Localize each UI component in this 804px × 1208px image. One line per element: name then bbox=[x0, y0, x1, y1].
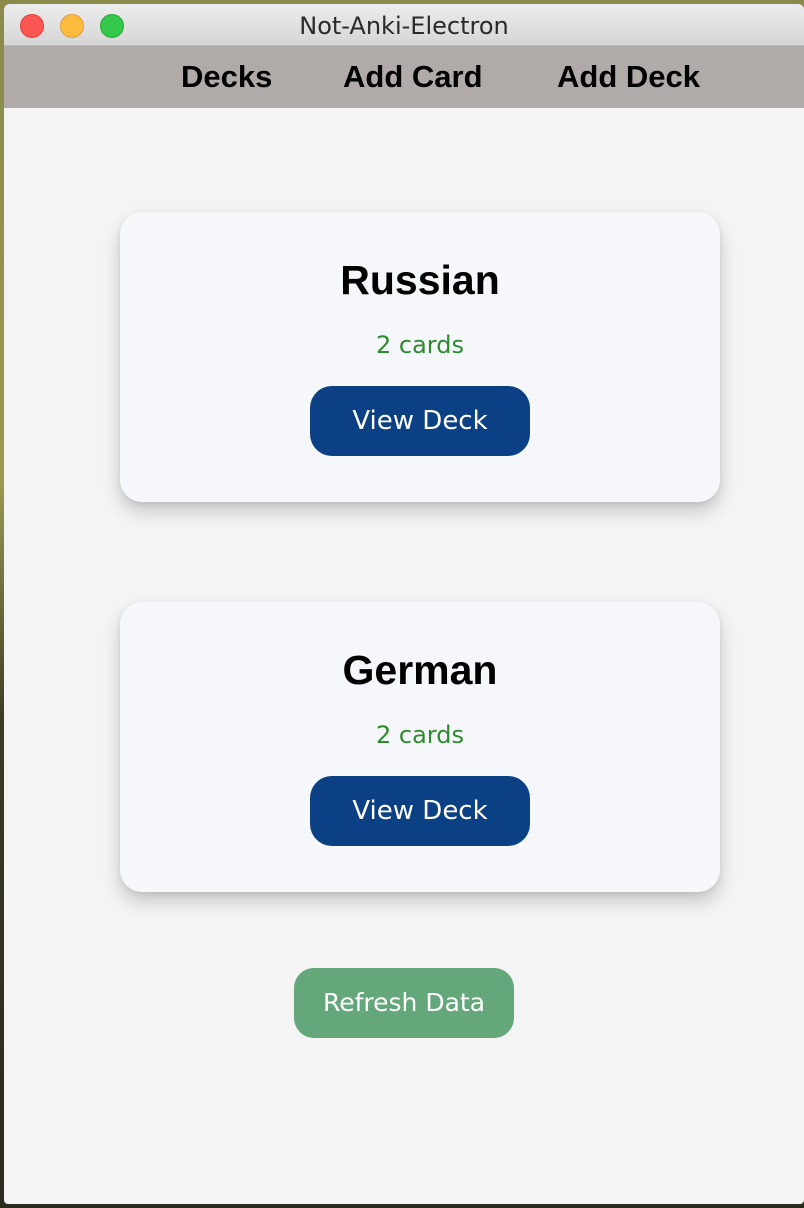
app-window: Not-Anki-Electron Decks Add Card Add Dec… bbox=[4, 4, 804, 1204]
view-deck-button[interactable]: View Deck bbox=[310, 776, 530, 846]
main-content: Russian 2 cards View Deck German 2 cards… bbox=[4, 108, 804, 1204]
nav-add-card-link[interactable]: Add Card bbox=[343, 46, 483, 108]
title-bar[interactable]: Not-Anki-Electron bbox=[4, 4, 804, 46]
deck-card-count: 2 cards bbox=[376, 331, 464, 359]
window-title: Not-Anki-Electron bbox=[299, 12, 509, 40]
navbar: Decks Add Card Add Deck bbox=[4, 46, 804, 108]
view-deck-button[interactable]: View Deck bbox=[310, 386, 530, 456]
deck-card-german: German 2 cards View Deck bbox=[120, 602, 720, 892]
deck-title: Russian bbox=[340, 257, 500, 303]
nav-add-deck-link[interactable]: Add Deck bbox=[557, 46, 700, 108]
deck-title: German bbox=[342, 647, 498, 693]
deck-card-count: 2 cards bbox=[376, 721, 464, 749]
nav-decks-link[interactable]: Decks bbox=[181, 46, 272, 108]
refresh-data-button[interactable]: Refresh Data bbox=[294, 968, 514, 1038]
deck-card-russian: Russian 2 cards View Deck bbox=[120, 212, 720, 502]
